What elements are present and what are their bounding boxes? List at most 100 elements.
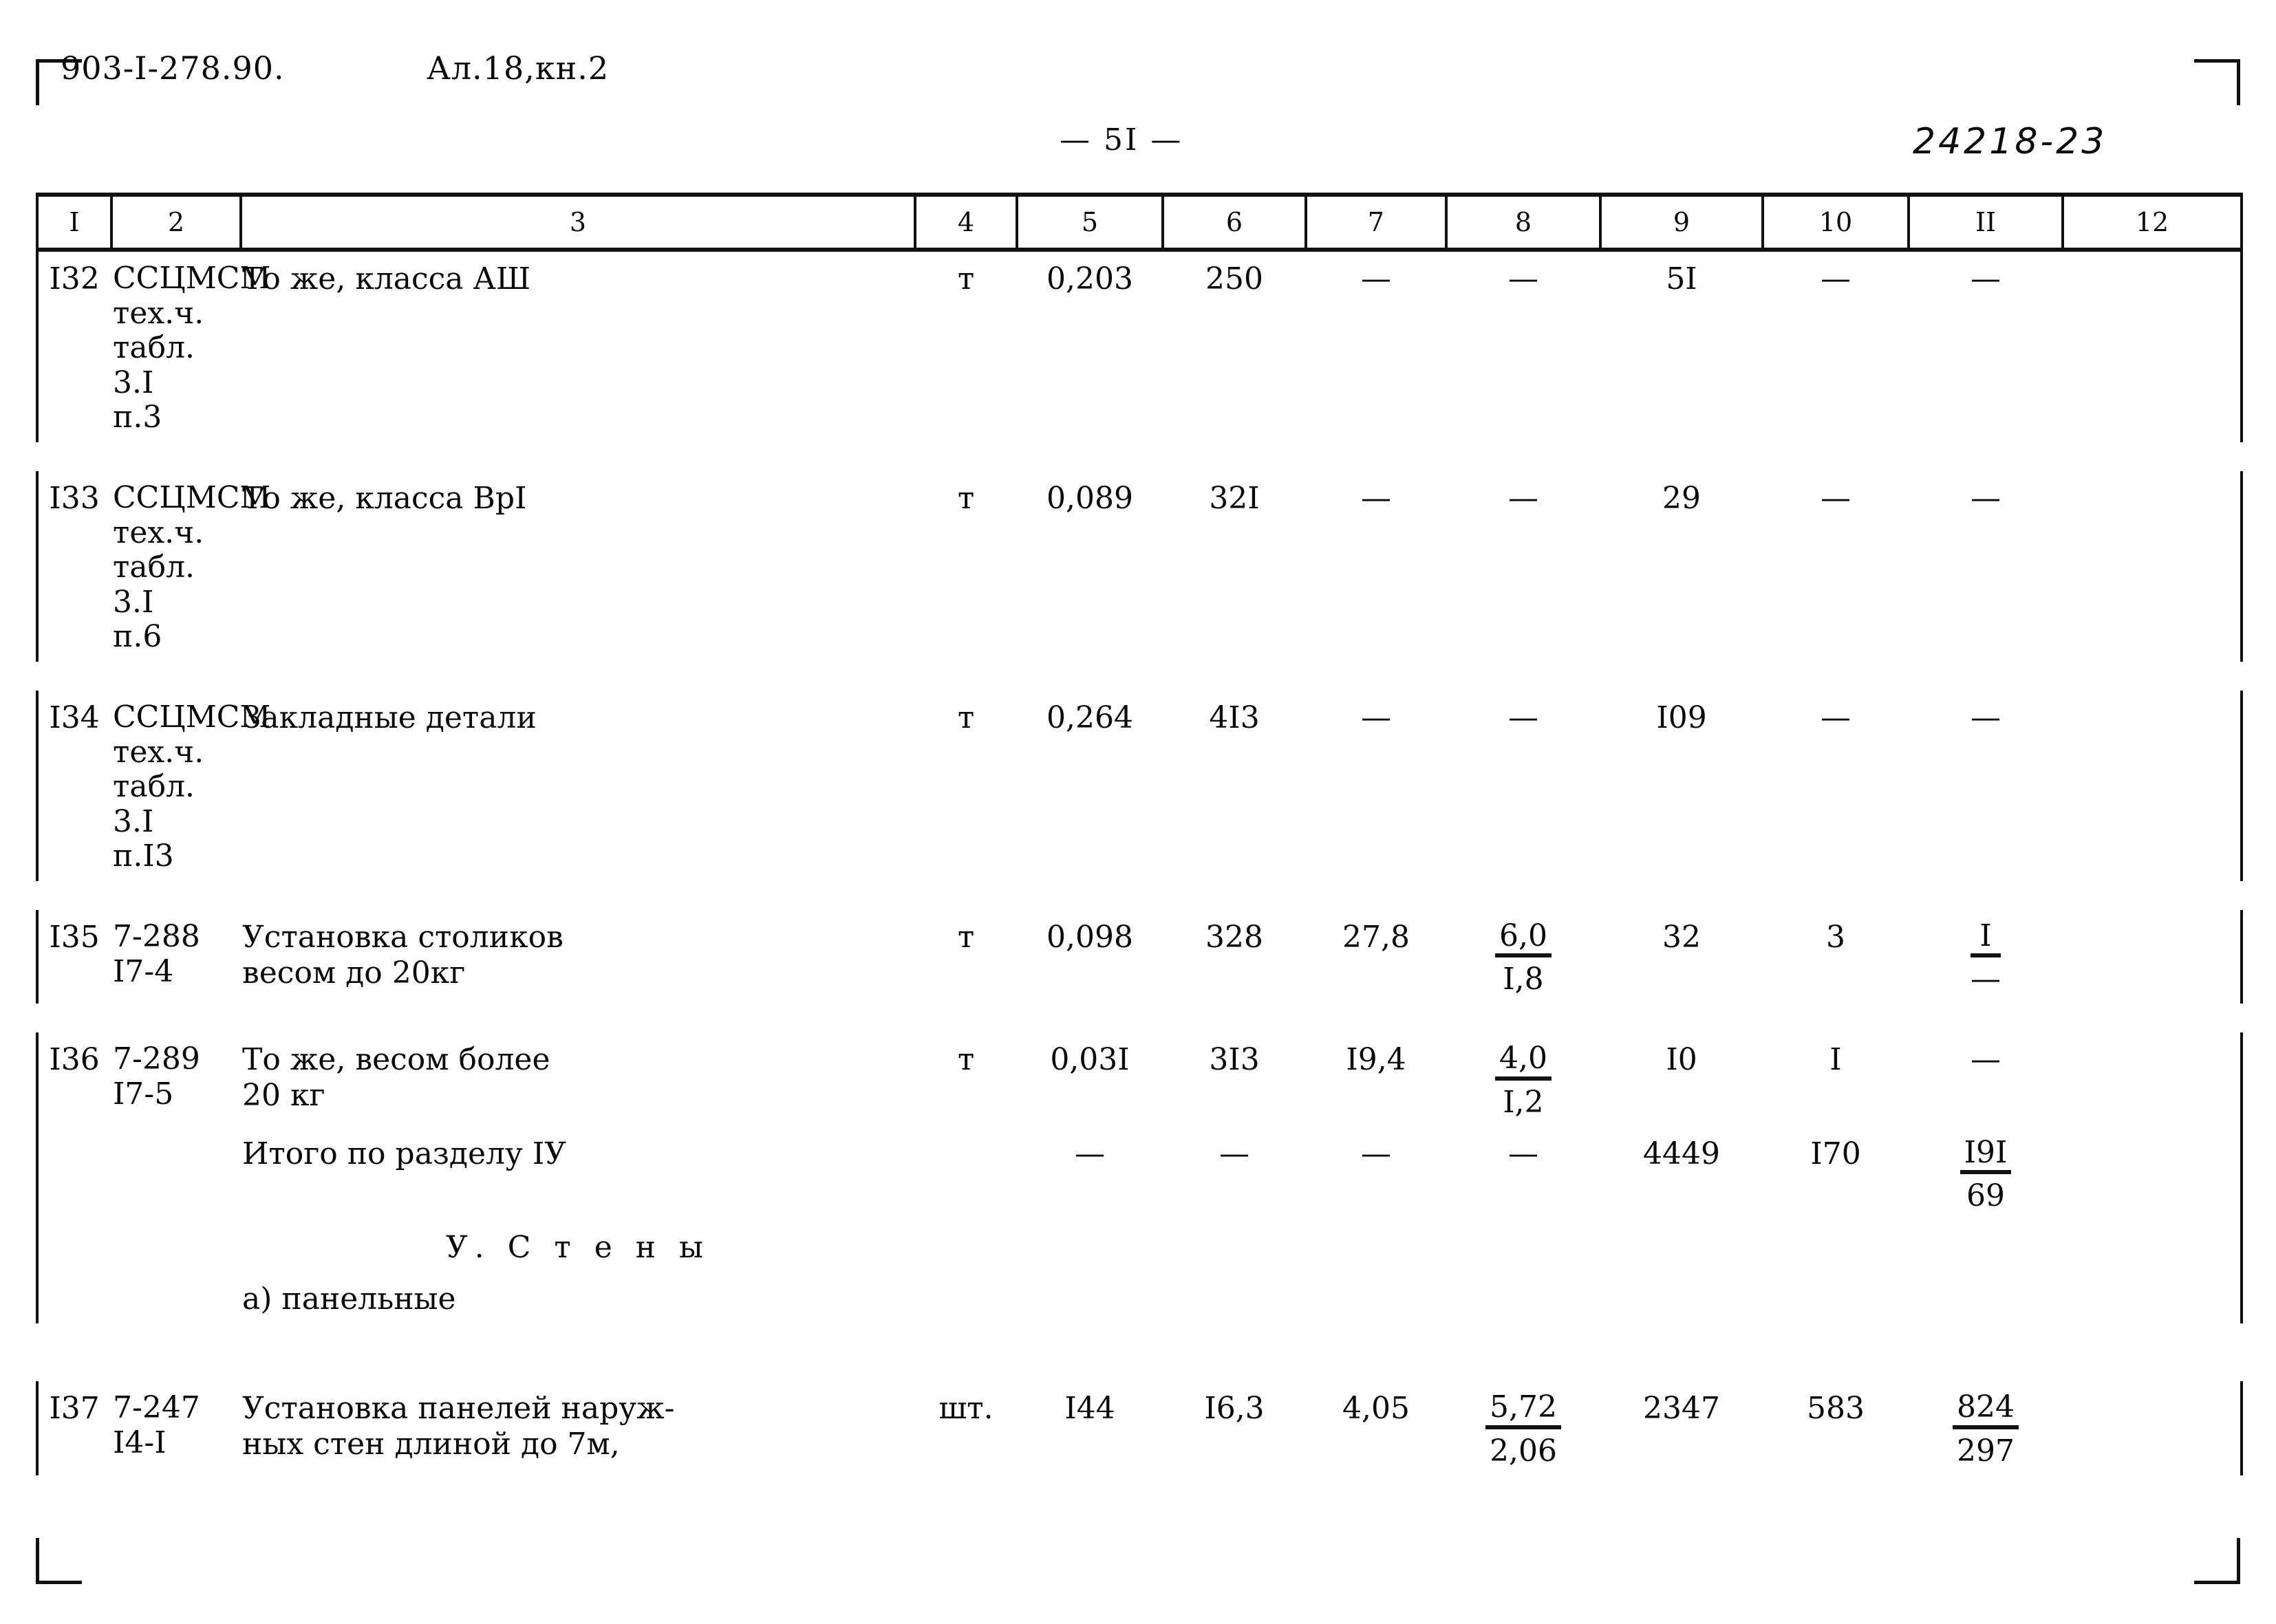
row-spacer xyxy=(37,881,2242,910)
row-col12 xyxy=(2063,690,2243,881)
crop-mark-bottom-left xyxy=(36,1538,82,1584)
column-number-8: 8 xyxy=(1445,195,1602,250)
album-code: 903-I-278.90. xyxy=(61,50,285,87)
row-col10: — xyxy=(1821,480,1851,516)
row-col7: I9,4 xyxy=(1346,1042,1406,1078)
row-col10: 3 xyxy=(1826,919,1845,955)
crop-mark-bottom-right xyxy=(2194,1538,2240,1584)
row-col5: 0,264 xyxy=(1046,700,1133,735)
row-col11-denominator: — xyxy=(1971,962,2001,997)
row-col9: 5I xyxy=(1666,261,1697,296)
table-row-total: Итого по разделу IУ — — — — 4449 I70 I9I… xyxy=(36,1126,2243,1221)
total-col10: I70 xyxy=(1810,1136,1861,1171)
row-justification: 7-289 I7-5 xyxy=(113,1041,200,1112)
spacer-cell-right xyxy=(2063,1352,2242,1381)
total-col11-fraction: I9I 69 xyxy=(1909,1127,2063,1221)
row-col11: — xyxy=(1971,261,2001,296)
spacer-cell-right xyxy=(2063,442,2242,471)
row-col10: I xyxy=(1829,1042,1842,1078)
subsection-heading-right-rail xyxy=(2063,1272,2243,1324)
total-label: Итого по разделу IУ xyxy=(242,1136,567,1171)
row-spacer xyxy=(37,1352,2242,1381)
table-row: I33 ССЦМСМ тех.ч. табл. 3.I п.6 То же, к… xyxy=(36,470,2243,662)
spacer-cell-left xyxy=(37,1004,111,1032)
row-col10: 583 xyxy=(1807,1391,1865,1427)
column-number-1: I xyxy=(36,195,113,250)
spacer-cell-mid xyxy=(111,1004,2063,1032)
spacer-cell-right xyxy=(2063,1004,2242,1032)
row-unit: т xyxy=(957,700,975,735)
row-col10: — xyxy=(1821,700,1851,735)
row-work-name: То же, класса АШ xyxy=(242,261,531,296)
row-col8-fraction: 5,72 2,06 xyxy=(1446,1381,1600,1475)
total-col5: — xyxy=(1075,1136,1105,1171)
section-heading-spacer xyxy=(111,1220,241,1272)
spacer-cell-left xyxy=(37,662,111,691)
column-number-10: 10 xyxy=(1761,195,1910,250)
row-col7: — xyxy=(1361,480,1391,516)
subsection-heading-spacer xyxy=(111,1272,241,1323)
row-justification: 7-247 I4-I xyxy=(113,1390,200,1461)
row-col12 xyxy=(2063,470,2243,662)
row-col12 xyxy=(2063,1032,2243,1127)
row-col8: — xyxy=(1508,700,1538,735)
row-col8-numerator: 5,72 xyxy=(1485,1391,1561,1429)
row-col10: — xyxy=(1821,261,1851,296)
column-number-2: 2 xyxy=(110,195,242,250)
row-col9: 2347 xyxy=(1643,1391,1720,1427)
row-col5: 0,098 xyxy=(1046,919,1133,955)
spacer-cell-mid xyxy=(111,1352,2063,1381)
row-col8-numerator: 4,0 xyxy=(1495,1042,1552,1081)
subsection-heading-row: а) панельные xyxy=(36,1272,2243,1324)
table-row: I37 7-247 I4-I Установка панелей наруж- … xyxy=(36,1381,2243,1475)
row-unit: т xyxy=(957,919,975,955)
row-spacer xyxy=(37,662,2242,691)
section-heading-right-rail xyxy=(2063,1220,2243,1273)
row-spacer xyxy=(37,442,2242,471)
row-col9: I09 xyxy=(1656,700,1707,735)
column-number-row: I 2 3 4 5 6 7 8 9 10 II 12 xyxy=(36,195,2243,250)
total-unit xyxy=(915,1127,1017,1221)
row-col8-denominator: I,8 xyxy=(1503,962,1544,997)
table-row: I34 ССЦМСМ тех.ч. табл. 3.I п.I3 Закладн… xyxy=(36,690,2243,881)
column-number-12: 12 xyxy=(2061,195,2243,250)
total-justification xyxy=(111,1127,241,1221)
total-col12 xyxy=(2063,1126,2243,1221)
spacer-cell-left xyxy=(37,1352,111,1381)
spacer-cell-right xyxy=(2063,662,2242,691)
row-spacer xyxy=(37,1004,2242,1032)
column-number-3: 3 xyxy=(239,195,916,250)
row-justification: ССЦМСМ тех.ч. табл. 3.I п.3 xyxy=(113,261,271,435)
row-col11-fraction: I — xyxy=(1909,910,2063,1004)
row-position: I34 xyxy=(36,690,111,881)
row-col5: I44 xyxy=(1064,1391,1115,1427)
row-unit: т xyxy=(957,1042,975,1078)
estimate-table: I 2 3 4 5 6 7 8 9 10 II 12 I32 ССЦМСМ те… xyxy=(36,193,2243,1475)
row-col8-numerator: 6,0 xyxy=(1495,920,1552,958)
spacer-cell-mid xyxy=(111,442,2063,471)
row-position: I37 xyxy=(36,1381,111,1475)
row-work-name: Установка панелей наруж- ных стен длиной… xyxy=(242,1391,675,1462)
row-col6: 4I3 xyxy=(1209,700,1260,735)
estimate-table-container: I 2 3 4 5 6 7 8 9 10 II 12 I32 ССЦМСМ те… xyxy=(36,193,2243,1475)
archive-number-handwritten: 24218-23 xyxy=(1913,121,2107,162)
row-col8-fraction: 4,0 I,2 xyxy=(1446,1032,1600,1127)
row-col9: 32 xyxy=(1662,919,1701,955)
row-col5: 0,089 xyxy=(1046,480,1133,516)
section-heading-row: У. С т е н ы xyxy=(36,1220,2243,1273)
total-col7: — xyxy=(1361,1136,1391,1171)
row-position: I32 xyxy=(36,250,111,442)
spacer-cell-mid xyxy=(111,662,2063,691)
row-col11-denominator: 297 xyxy=(1957,1433,2015,1469)
page-number: — 5I — xyxy=(1060,122,1183,158)
row-col11: — xyxy=(1971,700,2001,735)
row-col6: 3I3 xyxy=(1209,1042,1260,1078)
subsection-heading: а) панельные xyxy=(242,1281,456,1317)
row-col6: 250 xyxy=(1205,261,1263,296)
row-col8-denominator: 2,06 xyxy=(1490,1433,1557,1469)
section-heading: У. С т е н ы xyxy=(445,1230,711,1266)
spacer-cell-mid xyxy=(111,881,2063,910)
total-col9: 4449 xyxy=(1643,1136,1720,1171)
row-col11-numerator: 824 xyxy=(1953,1391,2019,1429)
column-number-4: 4 xyxy=(914,195,1018,250)
